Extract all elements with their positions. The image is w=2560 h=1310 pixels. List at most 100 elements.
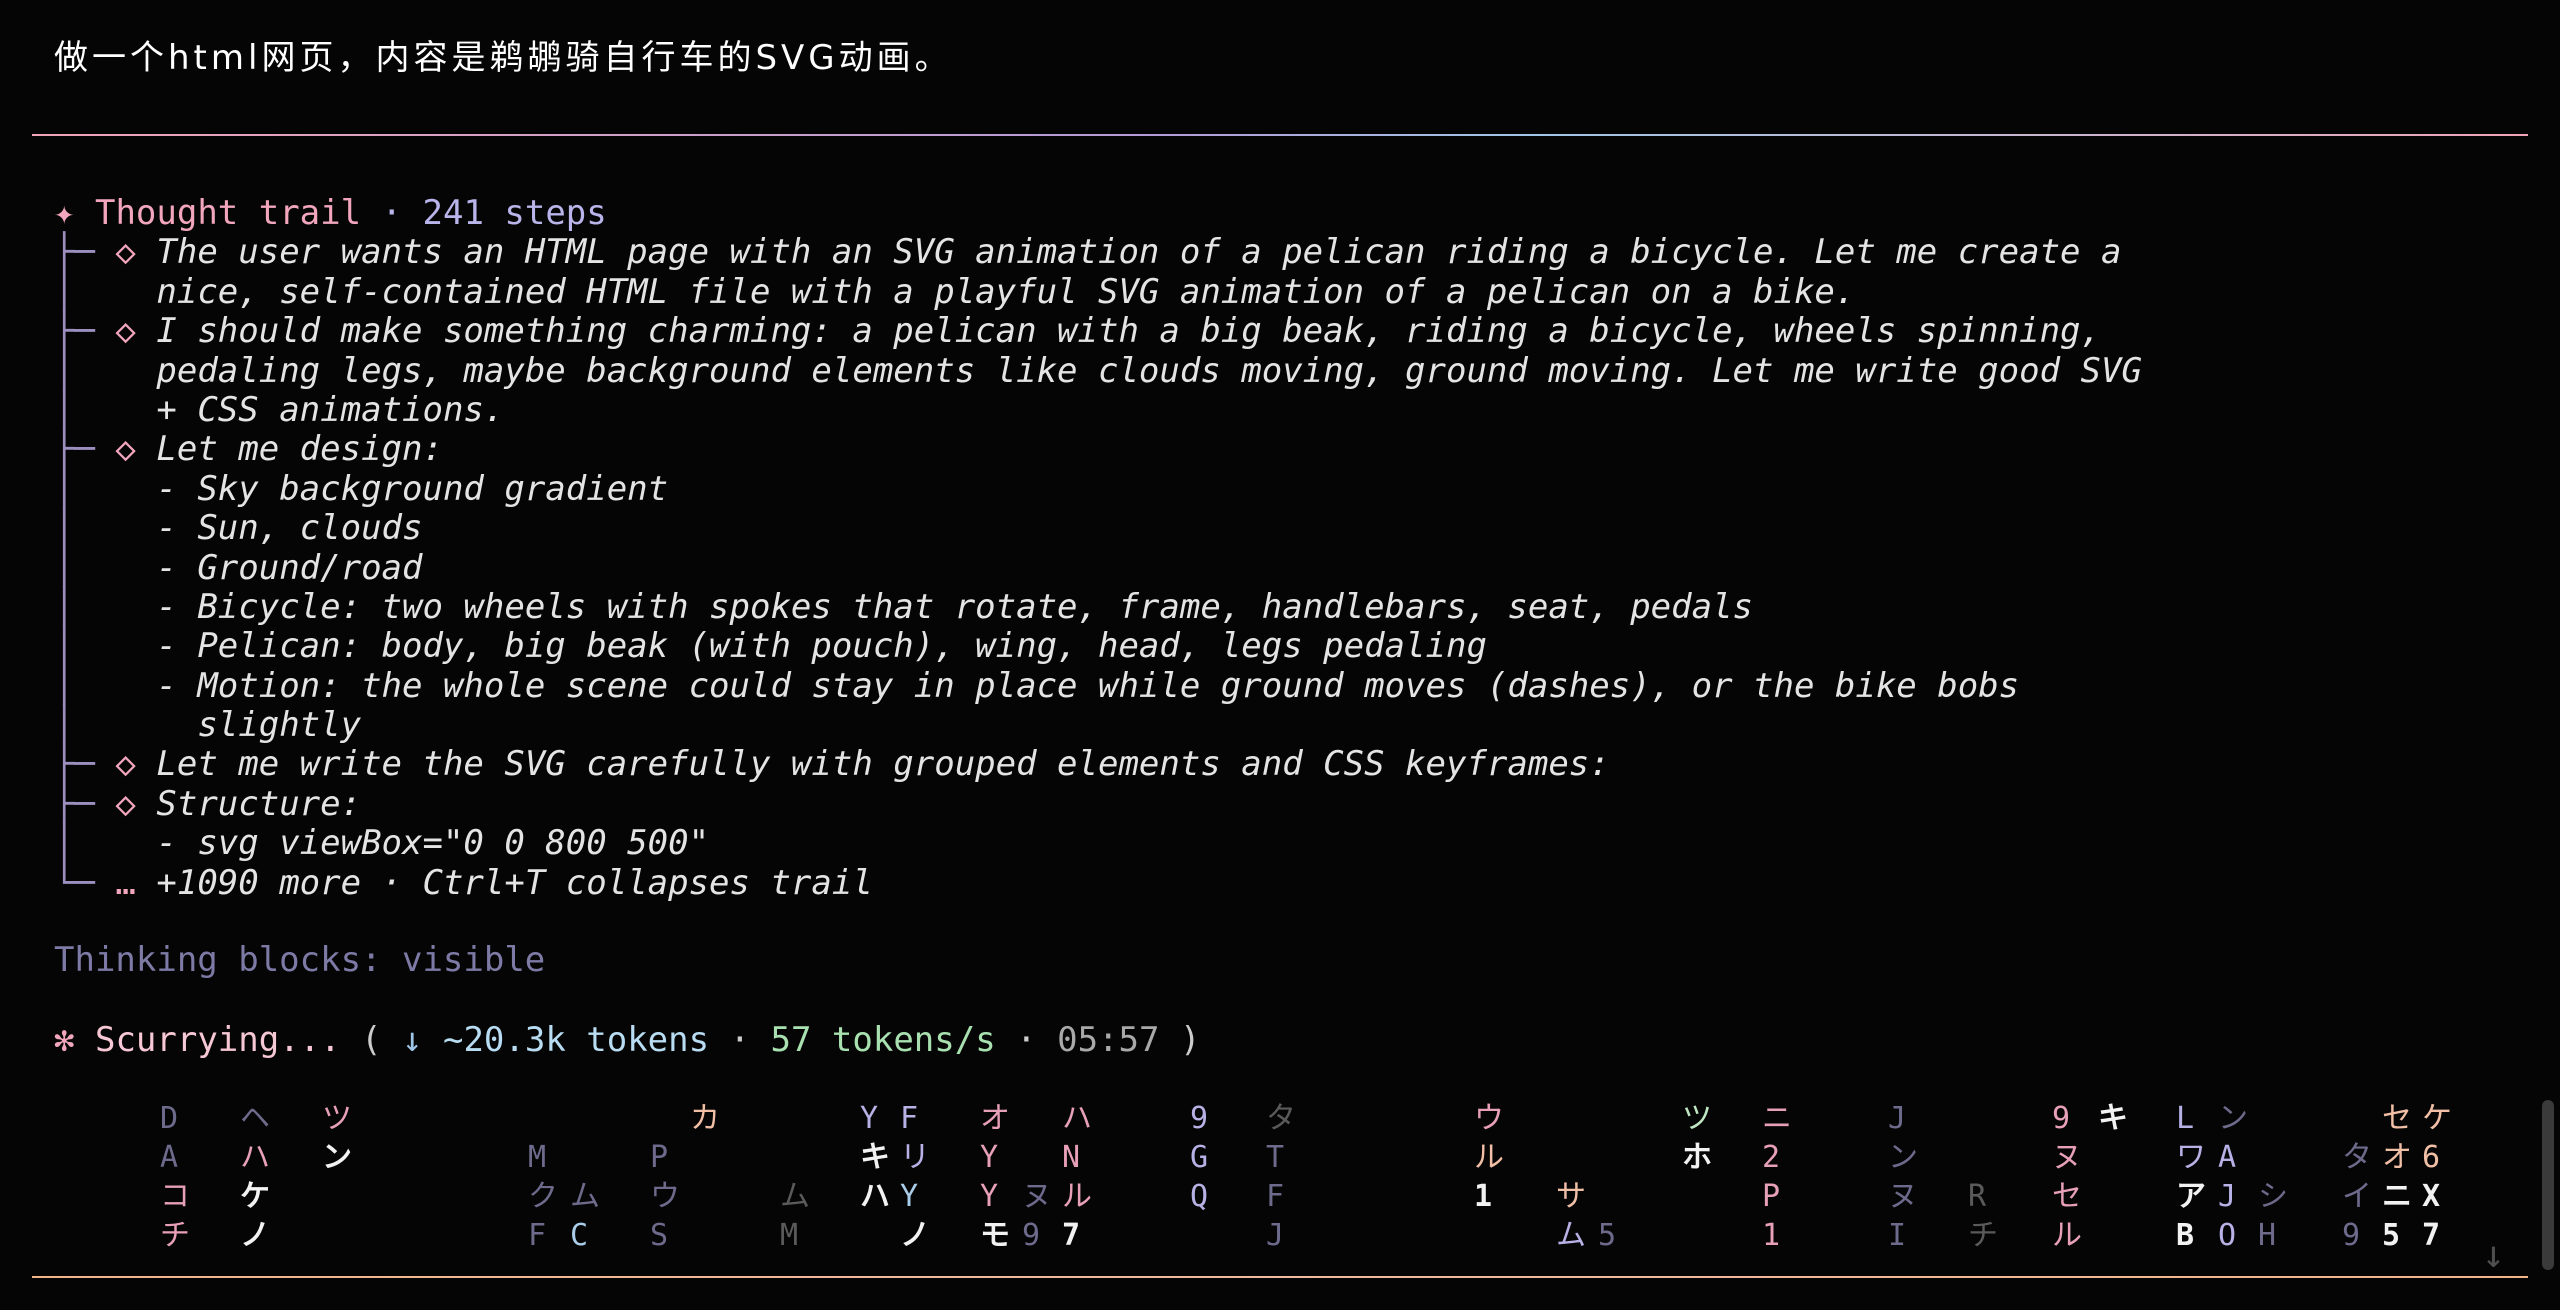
trail-step-count: 241 steps — [422, 193, 607, 233]
trail-lines: ├─ ◇ The user wants an HTML page with an… — [54, 233, 2142, 903]
thought-trail: ✦ Thought trail · 241 steps ├─ ◇ The use… — [54, 193, 2142, 903]
scrollbar[interactable] — [2542, 1100, 2554, 1270]
rain-glyph: シ — [2258, 1179, 2288, 1214]
step-marker-icon — [115, 548, 156, 588]
rain-glyph: O — [2218, 1218, 2237, 1253]
trail-header[interactable]: ✦ Thought trail · 241 steps — [54, 193, 2142, 233]
rain-glyph: ハ — [1062, 1101, 1092, 1136]
rain-glyph: ハ — [860, 1179, 890, 1214]
rain-glyph: ケ — [240, 1179, 270, 1214]
rain-glyph: F — [528, 1218, 547, 1253]
rain-glyph: N — [1062, 1140, 1081, 1175]
step-marker-icon: ◇ — [115, 783, 157, 824]
rain-glyph: オ — [980, 1101, 1010, 1136]
rain-glyph: 9 — [2342, 1218, 2361, 1253]
tree-branch: │ — [54, 468, 116, 509]
rain-glyph: ヌ — [2052, 1140, 2082, 1175]
status-open-paren: ( — [340, 1020, 403, 1060]
tree-branch: │ — [54, 389, 116, 430]
rain-glyph: Q — [1190, 1179, 1209, 1214]
rain-glyph: T — [1266, 1140, 1285, 1175]
rain-glyph: 7 — [2422, 1218, 2441, 1253]
top-divider — [32, 134, 2528, 136]
bottom-divider — [32, 1276, 2528, 1278]
tree-branch: │ — [54, 823, 116, 864]
rain-glyph: 9 — [2052, 1101, 2071, 1136]
rain-glyph: 5 — [1598, 1218, 1617, 1253]
trail-separator: · — [361, 193, 423, 233]
rain-glyph: G — [1190, 1140, 1209, 1175]
status-label: Scurrying... — [94, 1020, 341, 1060]
token-rate: 57 tokens/s — [770, 1020, 996, 1060]
rain-glyph: タ — [1266, 1101, 1296, 1136]
tree-branch: │ — [54, 705, 116, 746]
rain-glyph: タ — [2342, 1140, 2372, 1175]
step-marker-icon — [115, 390, 156, 430]
rain-glyph: ノ — [900, 1218, 930, 1253]
rain-glyph: ケ — [2422, 1101, 2452, 1136]
trail-step-text: nice, self-contained HTML file with a pl… — [156, 271, 1856, 312]
tree-branch: │ — [54, 271, 116, 312]
rain-glyph: モ — [980, 1218, 1010, 1253]
step-marker-icon — [115, 351, 156, 391]
trail-line: │ - Ground/road — [54, 547, 2142, 588]
rain-glyph: Y — [980, 1140, 999, 1175]
rain-glyph: ツ — [322, 1101, 352, 1136]
rain-glyph: J — [2218, 1179, 2237, 1214]
step-marker-icon — [115, 626, 156, 666]
trail-line: │ - Sky background gradient — [54, 468, 2142, 509]
rain-glyph: C — [570, 1218, 589, 1253]
rain-glyph: ン — [2218, 1101, 2248, 1136]
rain-glyph: Y — [980, 1179, 999, 1214]
trail-step-text: - Ground/road — [156, 547, 423, 588]
tree-branch: │ — [54, 547, 116, 588]
trail-step-text: - svg viewBox="0 0 800 500" — [156, 823, 710, 864]
trail-line: ├─ ◇ Structure: — [54, 783, 2142, 824]
rain-glyph: ム — [570, 1179, 600, 1214]
trail-step-text: - Bicycle: two wheels with spokes that r… — [156, 586, 1754, 627]
step-marker-icon: ◇ — [115, 744, 157, 785]
rain-glyph: Y — [860, 1101, 879, 1136]
trail-line: ├─ ◇ The user wants an HTML page with an… — [54, 233, 2142, 272]
rain-glyph: ム — [780, 1179, 810, 1214]
rain-glyph: ニ — [2382, 1179, 2412, 1214]
rain-glyph: セ — [2382, 1101, 2412, 1136]
rain-glyph: 1 — [1762, 1218, 1781, 1253]
rain-glyph: ヘ — [240, 1101, 270, 1136]
download-arrow-icon: ↓ — [402, 1020, 423, 1060]
trail-line: │ - Bicycle: two wheels with spokes that… — [54, 586, 2142, 627]
step-marker-icon — [115, 587, 156, 627]
rain-glyph: F — [900, 1101, 919, 1136]
rain-glyph: 9 — [1190, 1101, 1209, 1136]
rain-glyph: 5 — [2382, 1218, 2401, 1253]
trail-step-text: slightly — [156, 705, 362, 746]
rain-glyph: A — [2218, 1140, 2237, 1175]
rain-glyph: チ — [160, 1218, 190, 1253]
rain-glyph: セ — [2052, 1179, 2082, 1214]
trail-line: │ + CSS animations. — [54, 389, 2142, 430]
trail-step-text: - Motion: the whole scene could stay in … — [156, 665, 2020, 706]
trail-step-text: + CSS animations. — [156, 389, 505, 430]
step-marker-icon: ◇ — [115, 311, 157, 352]
tree-branch: ├─ — [54, 429, 116, 470]
rain-glyph: P — [1762, 1179, 1781, 1214]
rain-glyph: 9 — [1022, 1218, 1041, 1253]
rain-glyph: D — [160, 1101, 179, 1136]
trail-step-text: - Sun, clouds — [156, 508, 423, 549]
trail-step-text: Let me write the SVG carefully with grou… — [156, 744, 1610, 785]
scroll-down-arrow-icon[interactable]: ↓ — [2482, 1232, 2505, 1276]
thinking-visibility-status: Thinking blocks: visible — [54, 940, 546, 980]
trail-step-text: The user wants an HTML page with an SVG … — [156, 232, 2122, 273]
step-marker-icon — [115, 705, 156, 745]
rain-glyph: J — [1888, 1101, 1907, 1136]
rain-glyph: オ — [2382, 1140, 2412, 1175]
rain-glyph: H — [2258, 1218, 2277, 1253]
step-marker-icon — [115, 272, 156, 312]
step-marker-icon — [115, 666, 156, 706]
rain-glyph: ク — [528, 1179, 558, 1214]
elapsed-time: 05:57 — [1057, 1020, 1160, 1060]
tree-branch: ├─ — [54, 744, 116, 785]
tree-branch: │ — [54, 626, 116, 667]
rain-glyph: カ — [690, 1101, 720, 1136]
step-marker-icon: … — [115, 862, 157, 903]
